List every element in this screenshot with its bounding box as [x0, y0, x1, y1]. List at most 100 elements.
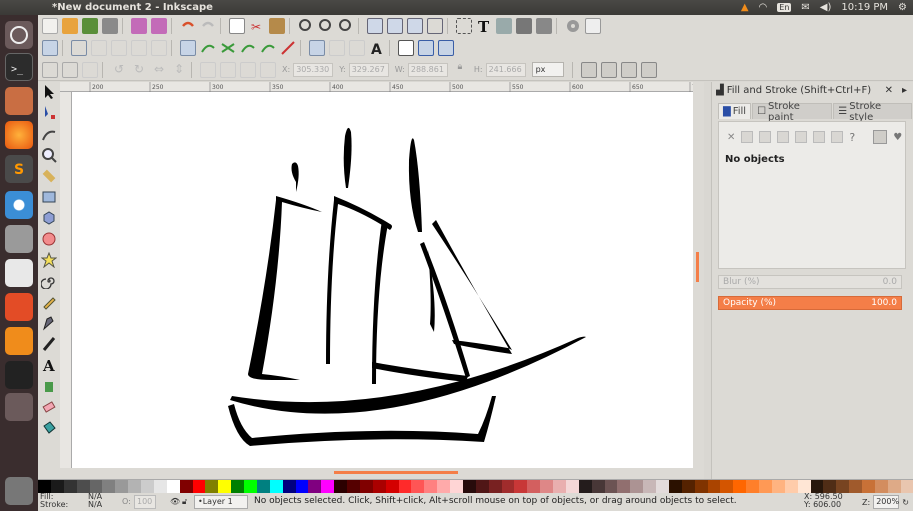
3d-box-tool-icon[interactable] [41, 210, 57, 226]
deselect-icon[interactable] [82, 61, 98, 78]
palette-swatch[interactable] [385, 480, 399, 493]
zoom-page-icon[interactable] [338, 18, 354, 34]
palette-swatch[interactable] [424, 480, 438, 493]
cut-icon[interactable]: ✂ [249, 18, 265, 34]
snap-cusp-icon[interactable] [240, 40, 256, 56]
new-document-icon[interactable] [42, 18, 58, 34]
palette-swatch[interactable] [398, 480, 412, 493]
vlc-icon[interactable] [5, 327, 33, 355]
palette-swatch[interactable] [540, 480, 553, 493]
workspace-icon[interactable] [5, 393, 33, 421]
ubuntu-one-icon[interactable] [5, 293, 33, 321]
node-editor-icon[interactable] [456, 18, 472, 34]
palette-swatch[interactable] [347, 480, 360, 493]
blur-value[interactable]: 0.0 [883, 277, 897, 287]
palette-swatch[interactable] [450, 480, 463, 493]
lower-to-bottom-icon[interactable] [260, 61, 276, 78]
palette-swatch[interactable] [437, 480, 450, 493]
tab-stroke-style[interactable]: ☰ Stroke style [833, 101, 912, 123]
palette-swatch[interactable] [630, 480, 644, 493]
palette-swatch[interactable] [501, 480, 515, 493]
open-folder-icon[interactable] [62, 18, 78, 34]
snap-grid-icon[interactable] [418, 40, 434, 56]
palette-swatch[interactable] [411, 480, 425, 493]
palette-swatch[interactable] [488, 480, 502, 493]
fill-rule-nonzero-icon[interactable]: ♥ [893, 132, 902, 143]
files-icon[interactable] [5, 87, 33, 115]
xml-editor-icon[interactable] [516, 18, 532, 34]
ellipse-tool-icon[interactable] [41, 231, 57, 247]
camera-icon[interactable] [5, 225, 33, 253]
mesh-gradient-icon[interactable] [795, 131, 808, 143]
scale-stroke-icon[interactable] [580, 61, 597, 78]
volume-icon[interactable]: ◀) [820, 2, 832, 13]
palette-swatch[interactable] [862, 480, 875, 493]
palette-swatch[interactable] [475, 480, 489, 493]
palette-swatch[interactable] [63, 480, 77, 493]
mail-icon[interactable]: ✉ [801, 2, 809, 13]
snap-center-icon[interactable] [329, 40, 345, 56]
gear-icon[interactable]: ⚙ [898, 2, 907, 13]
palette-swatch[interactable] [900, 480, 913, 493]
palette-swatch[interactable] [694, 480, 708, 493]
palette-swatch[interactable] [720, 480, 734, 493]
palette-swatch[interactable] [141, 480, 154, 493]
lock-icon[interactable]: 🔒︎ [452, 62, 468, 78]
rotate-cw-icon[interactable]: ↻ [131, 62, 147, 78]
snap-bbox-midpoint-icon[interactable] [131, 40, 147, 56]
text-tool-icon[interactable]: T [476, 18, 492, 36]
palette-swatch[interactable] [372, 480, 386, 493]
palette-swatch[interactable] [553, 480, 566, 493]
palette-swatch[interactable] [308, 480, 322, 493]
zoom-drawing-icon[interactable] [318, 18, 334, 34]
palette-swatch[interactable] [874, 480, 888, 493]
vlc-tray-icon[interactable]: ▲ [741, 2, 749, 13]
text-editor-icon[interactable] [5, 259, 33, 287]
import-icon[interactable] [131, 18, 147, 34]
redo-icon[interactable] [200, 18, 216, 34]
palette-swatch[interactable] [102, 480, 116, 493]
pencil-tool-icon[interactable] [41, 294, 57, 310]
tab-stroke-paint[interactable]: ☐ Stroke paint [752, 101, 833, 123]
snap-bbox-icon[interactable] [71, 40, 87, 56]
no-paint-icon[interactable]: ✕ [727, 132, 735, 143]
print-icon[interactable] [102, 18, 118, 34]
snap-intersection-icon[interactable] [220, 40, 236, 56]
w-input[interactable]: 288.861 [407, 62, 448, 77]
blur-slider[interactable]: Blur (%) 0.0 [718, 275, 902, 289]
sublime-icon[interactable]: S [5, 155, 33, 183]
palette-swatch[interactable] [759, 480, 772, 493]
zoom-tool-icon[interactable] [41, 147, 57, 163]
save-icon[interactable] [82, 18, 98, 34]
firefox-icon[interactable] [5, 121, 33, 149]
pen-tool-icon[interactable] [41, 315, 57, 331]
palette-swatch[interactable] [462, 480, 476, 493]
tweak-tool-icon[interactable] [41, 126, 57, 142]
x-input[interactable]: 305.330 [293, 62, 334, 77]
raise-to-top-icon[interactable] [200, 61, 216, 78]
snap-guide-icon[interactable] [438, 40, 454, 56]
tab-fill[interactable]: ▇ Fill [718, 103, 752, 119]
opacity-value[interactable]: 100.0 [871, 298, 897, 308]
spiral-tool-icon[interactable] [40, 273, 57, 290]
fill-rule-evenodd-icon[interactable] [873, 130, 888, 144]
linear-gradient-icon[interactable] [759, 131, 772, 143]
spray-tool-icon[interactable] [41, 378, 57, 394]
align-icon[interactable] [536, 18, 552, 34]
palette-swatch[interactable] [887, 480, 901, 493]
radial-gradient-icon[interactable] [777, 131, 790, 143]
opacity-status-input[interactable]: 100 [134, 495, 156, 509]
palette-swatch[interactable] [591, 480, 605, 493]
selector-tool-icon[interactable] [41, 84, 57, 100]
snap-path-icon[interactable] [200, 40, 216, 56]
layer-visibility-icon[interactable]: 👁︎ [170, 497, 180, 506]
keyboard-layout[interactable]: En [777, 3, 792, 12]
drawing-canvas[interactable] [72, 92, 693, 468]
palette-swatch[interactable] [681, 480, 695, 493]
scale-corners-icon[interactable] [600, 61, 617, 78]
snap-others-icon[interactable] [309, 40, 325, 56]
palette-swatch[interactable] [746, 480, 759, 493]
snap-smooth-icon[interactable] [260, 40, 276, 56]
palette-swatch[interactable] [192, 480, 206, 493]
palette-swatch[interactable] [166, 480, 180, 493]
